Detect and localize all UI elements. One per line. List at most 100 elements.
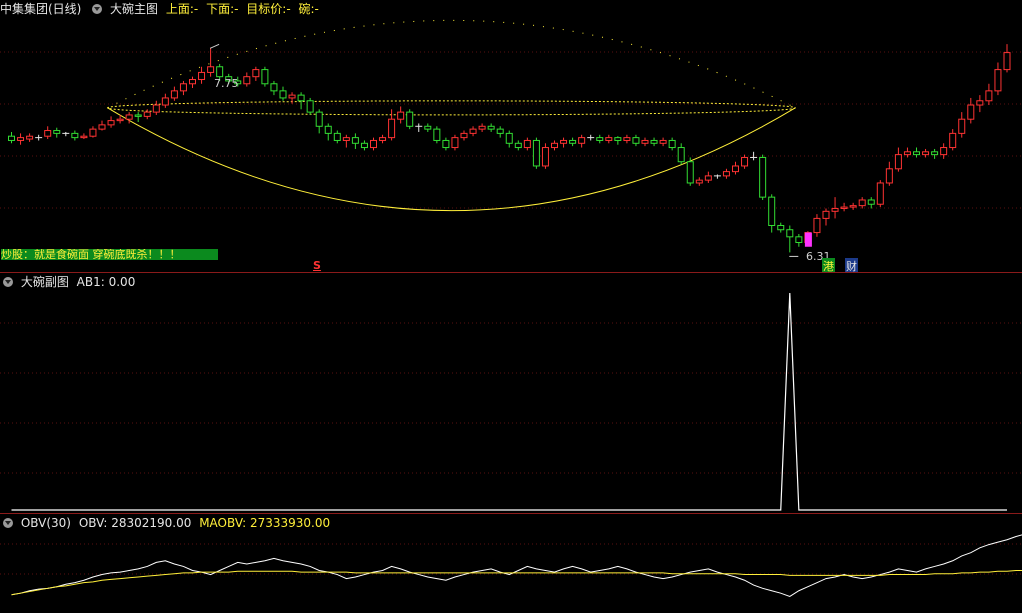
candle [53,127,61,138]
candle-body [623,137,631,141]
candle [1003,44,1011,73]
candle-body [560,139,568,144]
candle [985,83,993,106]
candle-body [813,217,821,234]
candle [460,130,468,141]
main-chart-panel[interactable]: 中集集团(日线) 大碗主图 上面:- 下面:- 目标价:- 碗:- 炒股：就是食… [0,0,1022,274]
candle-body [487,125,495,130]
candle [949,129,957,151]
candle-body [523,139,531,149]
candle [786,225,794,253]
candle [351,133,359,149]
candle [569,137,577,147]
candle [732,161,739,175]
candle [288,92,296,104]
candle [976,95,984,113]
signal-marker [804,232,812,247]
candle [406,109,414,130]
candle-body [741,156,749,167]
candle-body [152,104,160,113]
candle-body [596,137,604,141]
bowl-curve [107,107,796,212]
candle [741,154,749,169]
candle-body [768,196,776,226]
candlestick-chart[interactable] [0,0,1022,272]
candle [695,177,703,186]
candle [243,72,251,87]
candle-body [632,137,640,144]
candle [958,112,966,138]
candle [623,134,631,144]
candle [161,93,169,108]
candle-body [578,137,586,144]
candle-body [885,168,893,184]
candle-body [297,94,305,102]
candle-body [243,76,251,85]
candle-body [397,111,405,120]
ab1-chart[interactable] [0,273,1022,513]
candle-body [342,137,350,141]
candle [795,233,803,247]
candle [451,134,459,151]
bowl-rim [107,100,796,116]
candle-body [967,104,975,120]
candle [903,147,911,158]
candle-body [370,139,377,149]
candle [487,123,495,132]
candle-body [279,90,287,99]
candle-body [53,130,61,134]
candle [143,109,151,120]
candle [80,133,88,140]
candle-body [695,179,703,184]
candle-body [379,137,387,141]
candle-body [931,151,939,156]
candle-body [442,139,450,149]
candle-body [831,207,839,212]
candle [388,109,396,141]
obv-chart-panel[interactable]: OBV(30) OBV: 28302190.00 MAOBV: 27333930… [0,514,1022,613]
candle-body [261,69,269,85]
candle [469,126,477,137]
candle [768,194,776,233]
candle-body [858,199,866,207]
obv-chart[interactable] [0,514,1022,613]
candle-body [795,236,803,243]
candle [297,92,305,110]
candle-body [198,71,206,81]
candle-body [306,100,314,113]
candle-body [985,90,993,102]
candle [342,134,350,148]
candle-body [406,111,414,127]
candle [89,126,97,138]
candle [442,137,450,151]
sub-chart-panel[interactable]: 大碗副图 AB1: 0.00 [0,273,1022,513]
candle-body [659,139,667,144]
candle-body [759,156,767,198]
candle-body [976,100,984,106]
candle [922,148,930,158]
candle-body [315,111,323,127]
candle-body [216,66,224,78]
candle-body [460,132,468,139]
candle [261,66,269,87]
candle-body [26,135,34,140]
candle [415,123,423,132]
candle [252,66,260,81]
candle [424,123,432,132]
candle [189,76,196,89]
candle [134,112,142,123]
candle-body [125,114,133,120]
candle [433,126,441,144]
candle [632,134,640,147]
candle [849,202,857,210]
candle-body [288,94,296,99]
candle-body [551,142,558,149]
candle-body [107,120,115,126]
candle-body [686,161,694,184]
candle-body [994,69,1002,92]
candle [587,134,595,141]
candle [777,222,785,233]
candle [940,143,948,159]
candle-body [867,199,875,205]
candle [152,100,160,115]
